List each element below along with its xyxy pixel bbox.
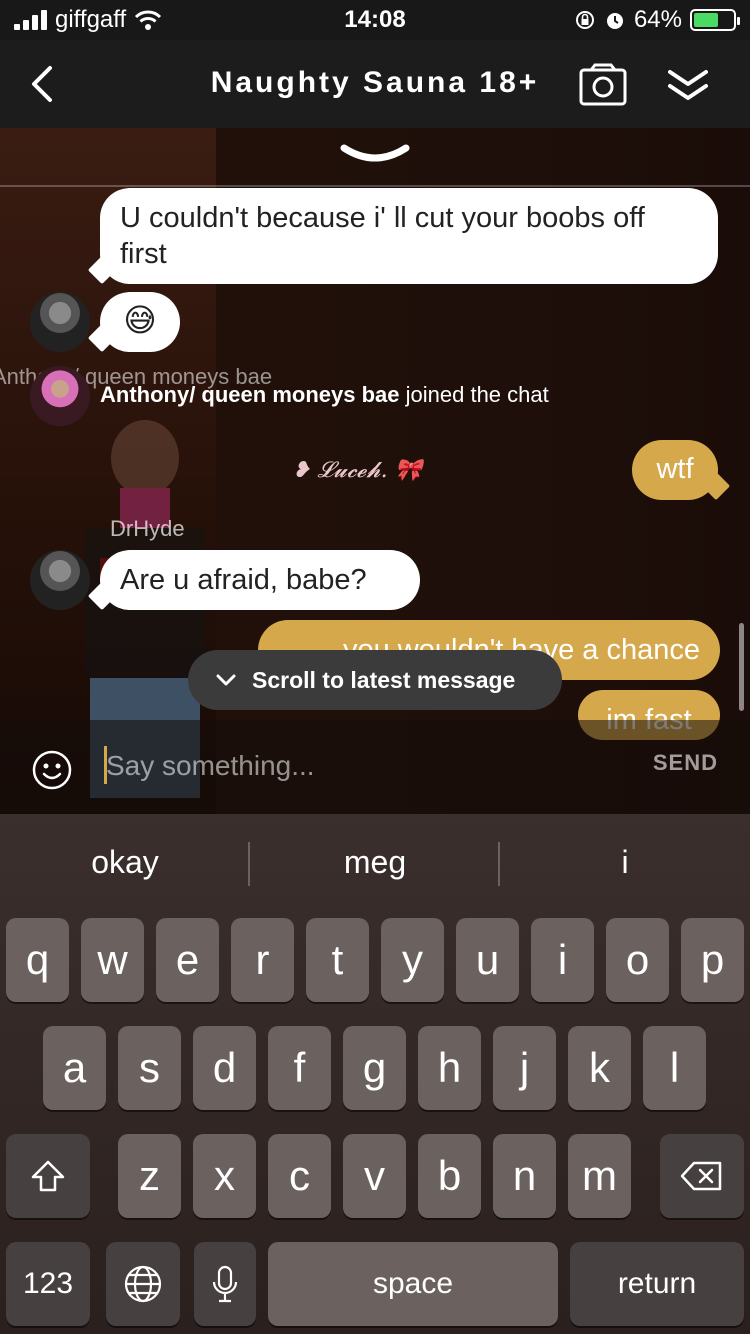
sender-name: DrHyde bbox=[110, 516, 185, 541]
key-v[interactable]: v bbox=[343, 1134, 406, 1218]
chat-area[interactable]: U couldn't because i' ll cut your boobs … bbox=[0, 128, 750, 814]
joined-username[interactable]: Anthony/ queen moneys bae bbox=[100, 382, 400, 407]
suggestion-3[interactable]: i bbox=[500, 844, 750, 881]
key-z[interactable]: z bbox=[118, 1134, 181, 1218]
emoji-icon[interactable] bbox=[32, 750, 72, 790]
suggestion-1[interactable]: okay bbox=[0, 844, 250, 881]
delete-key[interactable] bbox=[660, 1134, 744, 1218]
key-r[interactable]: r bbox=[231, 918, 294, 1002]
key-b[interactable]: b bbox=[418, 1134, 481, 1218]
avatar[interactable] bbox=[30, 366, 90, 426]
backspace-icon bbox=[680, 1161, 722, 1191]
alarm-icon bbox=[606, 13, 623, 29]
key-o[interactable]: o bbox=[606, 918, 669, 1002]
message-bubble-outgoing[interactable]: wtf bbox=[632, 440, 718, 500]
space-key[interactable]: space bbox=[268, 1242, 558, 1326]
send-button[interactable]: SEND bbox=[653, 750, 718, 776]
key-d[interactable]: d bbox=[193, 1026, 256, 1110]
key-q[interactable]: q bbox=[6, 918, 69, 1002]
suggestion-2[interactable]: meg bbox=[250, 844, 500, 881]
divider bbox=[0, 185, 750, 187]
key-y[interactable]: y bbox=[381, 918, 444, 1002]
key-h[interactable]: h bbox=[418, 1026, 481, 1110]
message-bubble-incoming[interactable]: U couldn't because i' ll cut your boobs … bbox=[100, 188, 718, 284]
return-key[interactable]: return bbox=[570, 1242, 744, 1326]
camera-icon[interactable] bbox=[578, 62, 628, 108]
key-c[interactable]: c bbox=[268, 1134, 331, 1218]
scroll-to-latest-label: Scroll to latest message bbox=[252, 666, 516, 693]
suggestion-bar: okay meg i bbox=[0, 814, 750, 914]
message-input[interactable] bbox=[106, 746, 606, 786]
numbers-key[interactable]: 123 bbox=[6, 1242, 90, 1326]
back-icon[interactable] bbox=[22, 60, 62, 108]
key-j[interactable]: j bbox=[493, 1026, 556, 1110]
key-a[interactable]: a bbox=[43, 1026, 106, 1110]
key-k[interactable]: k bbox=[568, 1026, 631, 1110]
key-t[interactable]: t bbox=[306, 918, 369, 1002]
shift-icon bbox=[31, 1160, 65, 1192]
key-x[interactable]: x bbox=[193, 1134, 256, 1218]
name-sticker: ❥ 𝓛𝓾𝓬𝓮𝓱. 🎀 bbox=[292, 458, 423, 483]
key-m[interactable]: m bbox=[568, 1134, 631, 1218]
battery-icon bbox=[690, 9, 740, 31]
key-n[interactable]: n bbox=[493, 1134, 556, 1218]
microphone-icon bbox=[212, 1265, 238, 1303]
chat-title: Naughty Sauna 18+ bbox=[210, 66, 540, 99]
collapse-chevrons-icon[interactable] bbox=[664, 64, 712, 108]
dictation-key[interactable] bbox=[194, 1242, 256, 1326]
status-right: 64% bbox=[574, 6, 740, 34]
globe-key[interactable] bbox=[106, 1242, 180, 1326]
message-bubble-incoming[interactable]: 😅 bbox=[100, 292, 180, 352]
key-l[interactable]: l bbox=[643, 1026, 706, 1110]
shift-key[interactable] bbox=[6, 1134, 90, 1218]
battery-fill bbox=[694, 13, 719, 27]
key-i[interactable]: i bbox=[531, 918, 594, 1002]
key-f[interactable]: f bbox=[268, 1026, 331, 1110]
avatar[interactable] bbox=[30, 550, 90, 610]
key-u[interactable]: u bbox=[456, 918, 519, 1002]
avatar[interactable] bbox=[30, 292, 90, 352]
rotation-lock-icon bbox=[575, 11, 594, 29]
scroll-indicator bbox=[739, 623, 744, 711]
keyboard: okay meg i 123 space return qwertyuiop as… bbox=[0, 814, 750, 1334]
chevron-down-icon bbox=[216, 674, 236, 686]
message-bubble-incoming[interactable]: Are u afraid, babe? bbox=[100, 550, 420, 610]
system-message: Anthony/ queen moneys bae joined the cha… bbox=[100, 382, 549, 408]
key-p[interactable]: p bbox=[681, 918, 744, 1002]
key-e[interactable]: e bbox=[156, 918, 219, 1002]
scroll-to-latest-button[interactable]: Scroll to latest message bbox=[188, 650, 562, 710]
message-input-bar: SEND bbox=[0, 720, 750, 814]
globe-icon bbox=[124, 1265, 162, 1303]
nav-bar: Naughty Sauna 18+ bbox=[0, 40, 750, 128]
key-g[interactable]: g bbox=[343, 1026, 406, 1110]
joined-action: joined the chat bbox=[405, 382, 549, 407]
pull-down-handle-icon[interactable] bbox=[338, 142, 412, 170]
key-s[interactable]: s bbox=[118, 1026, 181, 1110]
status-bar: giffgaff 14:08 64% bbox=[0, 0, 750, 40]
key-w[interactable]: w bbox=[81, 918, 144, 1002]
battery-percent: 64% bbox=[633, 6, 682, 33]
